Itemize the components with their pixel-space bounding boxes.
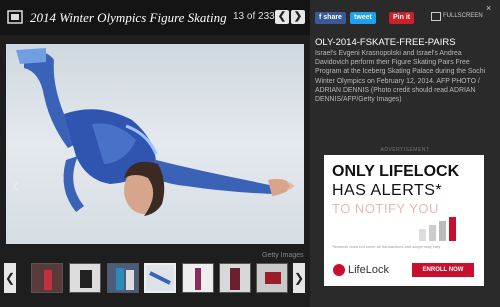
ad-label: ADVERTISEMENT xyxy=(380,147,430,153)
ad-brand: LifeLock xyxy=(348,264,389,276)
close-icon[interactable]: × xyxy=(486,3,491,13)
gallery-title: 2014 Winter Olympics Figure Skating Cost… xyxy=(30,10,230,25)
caption-panel: × f share tweet Pin it FULLSCREEN OLY-20… xyxy=(310,0,500,307)
thumbnail[interactable] xyxy=(256,263,288,293)
ad-line-3: TO NOTIFY YOU xyxy=(332,201,439,216)
fullscreen-icon[interactable] xyxy=(431,12,441,21)
thumbnail[interactable] xyxy=(107,263,139,293)
photo-prev-icon[interactable]: ‹ xyxy=(12,172,19,198)
thumbnail[interactable] xyxy=(31,263,63,293)
thumbnail-strip: ❮ ❯ xyxy=(0,263,310,299)
gallery-icon[interactable] xyxy=(7,10,23,24)
photo-next-icon[interactable]: › xyxy=(286,172,293,198)
lifelock-logo-icon xyxy=(333,264,345,276)
ad-bars-graphic xyxy=(419,217,456,241)
advertisement[interactable]: ONLY LIFELOCK HAS ALERTS* TO NOTIFY YOU … xyxy=(324,155,484,286)
facebook-share-button[interactable]: f share xyxy=(315,12,346,24)
fullscreen-button[interactable]: FULLSCREEN xyxy=(443,13,483,19)
enroll-now-button[interactable]: ENROLL NOW xyxy=(412,263,474,277)
main-photo: ‹ › xyxy=(6,44,304,244)
gallery-header: 2014 Winter Olympics Figure Skating Cost… xyxy=(0,0,310,35)
ad-fine-print: *Network does not cover all transactions… xyxy=(332,244,441,249)
thumbs-prev-button[interactable]: ❮ xyxy=(4,263,16,293)
gallery-overlay: 2014 Winter Olympics Figure Skating Cost… xyxy=(0,0,500,307)
thumbnail[interactable] xyxy=(182,263,214,293)
slide-counter: 13 of 233 xyxy=(233,11,275,22)
photo-credit: Getty Images xyxy=(262,252,304,259)
thumbnail-active[interactable] xyxy=(144,263,176,293)
prev-slide-button[interactable]: ❮ xyxy=(275,10,289,24)
thumbnail[interactable] xyxy=(219,263,251,293)
thumbs-next-button[interactable]: ❯ xyxy=(293,263,305,293)
thumbnail[interactable] xyxy=(69,263,101,293)
ad-line-1: ONLY LIFELOCK xyxy=(332,163,460,180)
photo-caption: Israel's Evgeni Krasnopolski and Israel'… xyxy=(315,50,486,104)
tweet-button[interactable]: tweet xyxy=(350,12,376,24)
next-slide-button[interactable]: ❯ xyxy=(291,10,305,24)
skater-photo xyxy=(6,44,304,244)
pin-it-button[interactable]: Pin it xyxy=(389,12,415,24)
ad-line-2: HAS ALERTS* xyxy=(332,182,443,199)
photo-headline: OLY-2014-FSKATE-FREE-PAIRS xyxy=(315,37,456,48)
